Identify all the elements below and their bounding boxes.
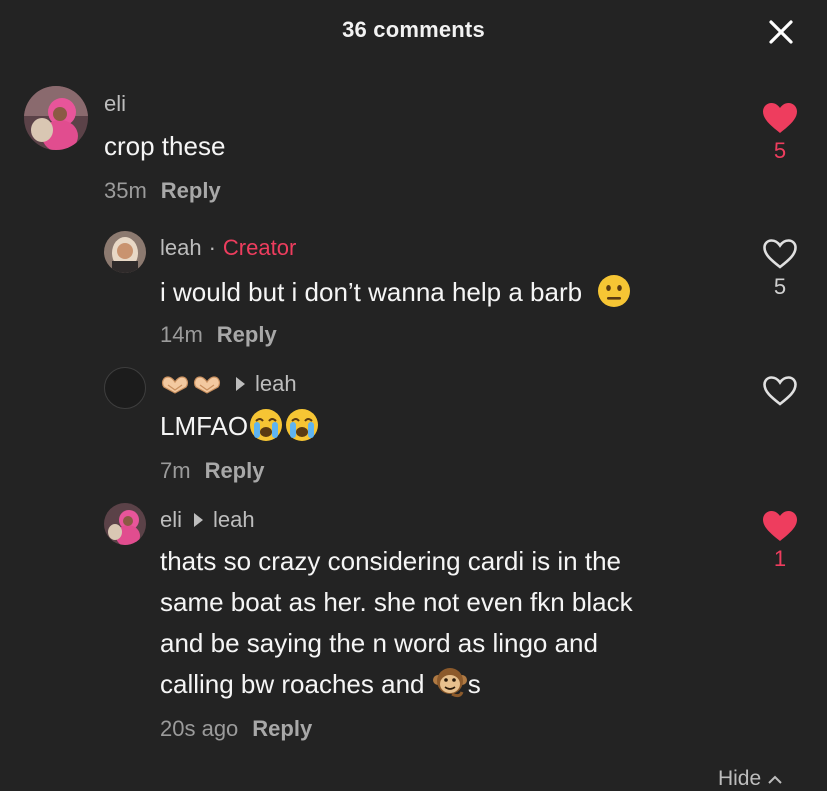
like-button[interactable]: 5 xyxy=(760,102,800,164)
comment-username-row: leah xyxy=(160,371,297,397)
chevron-up-icon xyxy=(768,775,782,784)
comment-line-last: calling bw roaches and s xyxy=(160,664,633,705)
comment-time: 7m xyxy=(160,458,191,483)
comment-line: s xyxy=(467,669,481,699)
hide-replies-button[interactable]: Hide xyxy=(718,767,783,791)
comment-line: thats so crazy considering cardi is in t… xyxy=(160,546,621,576)
comment-line: calling bw roaches and xyxy=(160,669,425,699)
avatar[interactable] xyxy=(104,367,146,409)
comment-text: thats so crazy considering cardi is in t… xyxy=(160,541,633,705)
like-count: 5 xyxy=(773,274,787,299)
comment-text-row: i would but i don’t wanna help a barb xyxy=(160,272,631,313)
like-button[interactable] xyxy=(760,375,800,407)
heart-hands-icon[interactable] xyxy=(160,373,224,395)
avatar[interactable] xyxy=(104,231,146,273)
comment-text: LMFAO xyxy=(160,411,249,441)
comment-username[interactable]: eli xyxy=(104,91,126,117)
close-icon[interactable] xyxy=(765,16,797,48)
comment-username-row: leah · Creator xyxy=(160,235,297,261)
heart-outline-icon xyxy=(763,239,797,269)
comment-username[interactable]: leah xyxy=(160,235,202,261)
heart-filled-icon xyxy=(763,511,797,541)
neutral-face-emoji-icon xyxy=(598,275,631,308)
like-button[interactable]: 1 xyxy=(760,510,800,572)
comment-meta: 35m Reply xyxy=(104,178,221,204)
comment-username-row: eli leah xyxy=(160,507,255,533)
reply-arrow-icon xyxy=(194,513,204,527)
comment-line: and be saying the n word as lingo and xyxy=(160,628,598,658)
comment-username[interactable]: eli xyxy=(160,507,182,533)
like-button[interactable]: 5 xyxy=(760,238,800,300)
comment-text: i would but i don’t wanna help a barb xyxy=(160,277,583,307)
monkey-face-emoji-icon xyxy=(432,668,467,698)
avatar[interactable] xyxy=(104,503,146,545)
reply-button[interactable]: Reply xyxy=(252,716,312,741)
comments-count-title: 36 comments xyxy=(342,17,485,42)
like-count: 5 xyxy=(773,138,787,163)
reply-arrow-icon xyxy=(236,377,245,391)
comment-time: 14m xyxy=(160,322,203,347)
reply-button[interactable]: Reply xyxy=(205,458,265,483)
comment-text: crop these xyxy=(104,131,226,161)
comment-text-row: LMFAO xyxy=(160,406,320,447)
like-count: 1 xyxy=(773,546,787,571)
crying-face-emoji-icon xyxy=(250,409,319,442)
reply-to-user[interactable]: leah xyxy=(255,371,297,397)
comment-time: 20s ago xyxy=(160,716,239,741)
reply-to-user[interactable]: leah xyxy=(213,507,255,533)
avatar[interactable] xyxy=(24,86,88,150)
comment-line: same boat as her. she not even fkn black xyxy=(160,587,633,617)
reply-button[interactable]: Reply xyxy=(161,178,221,203)
comment-meta: 14m Reply xyxy=(160,322,277,348)
comment-time: 35m xyxy=(104,178,147,203)
comment-meta: 20s ago Reply xyxy=(160,716,312,742)
comment-meta: 7m Reply xyxy=(160,458,264,484)
heart-outline-icon xyxy=(763,376,797,406)
creator-badge: Creator xyxy=(222,235,297,260)
heart-filled-icon xyxy=(763,103,797,133)
reply-button[interactable]: Reply xyxy=(217,322,277,347)
hide-label: Hide xyxy=(717,767,762,790)
